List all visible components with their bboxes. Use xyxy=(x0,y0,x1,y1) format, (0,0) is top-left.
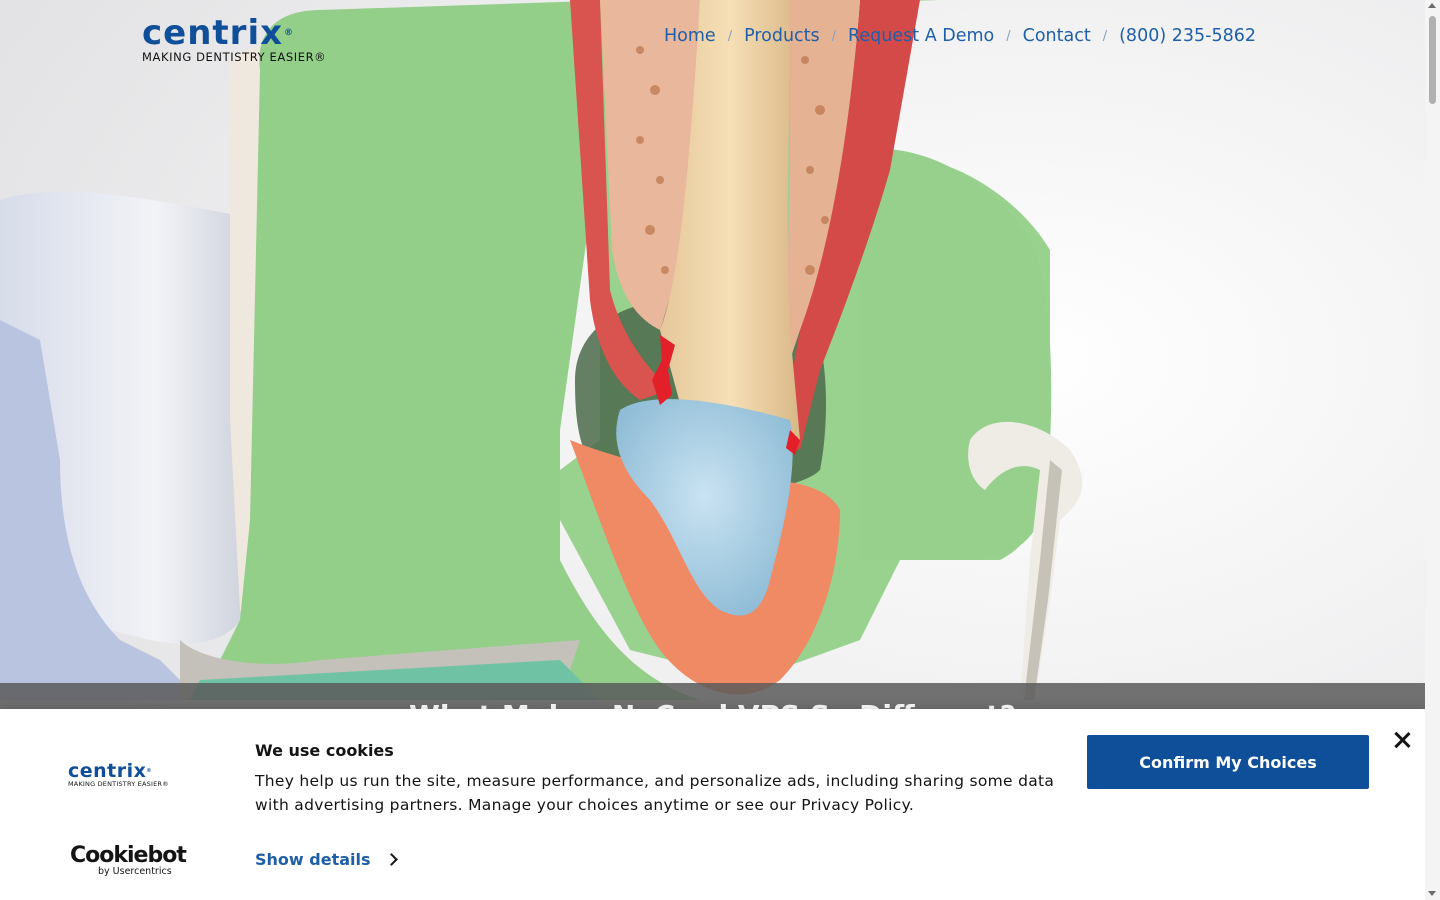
cookie-banner: centrix® MAKING DENTISTRY EASIER® Cookie… xyxy=(0,709,1425,900)
cookie-title: We use cookies xyxy=(255,741,394,760)
show-details-label: Show details xyxy=(255,850,371,869)
close-icon[interactable] xyxy=(1392,730,1412,750)
nav-link-home[interactable]: Home xyxy=(664,26,716,46)
nav-separator: / xyxy=(727,28,733,44)
nav-link-products[interactable]: Products xyxy=(744,26,820,46)
scroll-up-arrow-icon[interactable] xyxy=(1428,3,1436,8)
chevron-right-icon xyxy=(384,853,398,866)
cookie-banner-logo: centrix® MAKING DENTISTRY EASIER® xyxy=(68,760,178,789)
confirm-choices-button[interactable]: Confirm My Choices xyxy=(1087,735,1369,789)
page-scrollbar[interactable] xyxy=(1425,0,1440,900)
cookie-text: They help us run the site, measure perfo… xyxy=(255,772,1055,814)
scroll-down-arrow-icon[interactable] xyxy=(1428,891,1436,896)
nav-separator: / xyxy=(1006,28,1011,44)
cookie-logo-wordmark: centrix® xyxy=(68,760,152,782)
nav-link-phone[interactable]: (800) 235-5862 xyxy=(1119,26,1256,46)
cookiebot-name: Cookiebot xyxy=(70,843,187,868)
logo-tagline: MAKING DENTISTRY EASIER® xyxy=(142,50,327,64)
nav-link-request-demo[interactable]: Request A Demo xyxy=(848,26,994,46)
scrollbar-thumb[interactable] xyxy=(1429,16,1436,104)
nav-link-contact[interactable]: Contact xyxy=(1023,26,1091,46)
cookie-logo-tagline: MAKING DENTISTRY EASIER® xyxy=(68,780,169,788)
centrix-logo[interactable]: centrix® MAKING DENTISTRY EASIER® xyxy=(142,13,352,64)
nav-separator: / xyxy=(831,28,837,44)
main-nav: Home / Products / Request A Demo / Conta… xyxy=(664,26,1256,46)
show-details-link[interactable]: Show details xyxy=(255,850,398,869)
cookiebot-logo[interactable]: Cookiebot by Usercentrics xyxy=(70,843,187,878)
nav-separator: / xyxy=(1102,28,1108,44)
logo-wordmark: centrix® xyxy=(142,13,295,53)
